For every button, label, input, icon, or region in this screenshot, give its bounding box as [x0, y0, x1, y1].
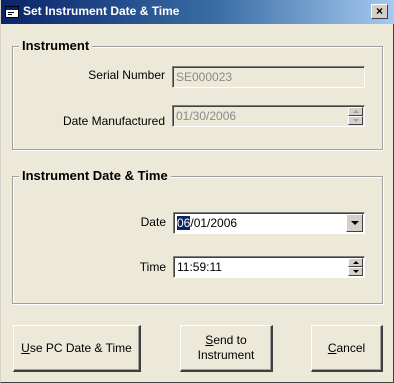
title-bar[interactable]: Set Instrument Date & Time ×	[1, 0, 394, 24]
spin-down-arrow-icon[interactable]	[348, 267, 363, 276]
serial-number-label: Serial Number	[88, 68, 165, 82]
spin-up-arrow-icon	[348, 107, 363, 116]
time-value: 11:59:11	[177, 260, 222, 274]
time-label: Time	[139, 260, 166, 274]
spin-up-arrow-icon[interactable]	[348, 258, 363, 267]
send-to-instrument-button[interactable]: Send to Instrument	[180, 325, 273, 372]
window-title: Set Instrument Date & Time	[23, 4, 180, 18]
cancel-button[interactable]: Cancel	[311, 325, 383, 372]
serial-number-field: SE000023	[172, 66, 365, 88]
date-manufactured-field: 01/30/2006	[172, 105, 365, 127]
use-pc-date-time-button[interactable]: Use PC Date & Time	[13, 325, 141, 372]
close-icon: ×	[375, 4, 383, 18]
date-month-selected: 06	[177, 216, 191, 230]
serial-number-value: SE000023	[176, 70, 233, 84]
dialog-window: Set Instrument Date & Time × Instrument …	[0, 0, 394, 383]
date-picker[interactable]: 06/01/2006	[173, 212, 365, 234]
instrument-group-title: Instrument	[19, 38, 93, 53]
date-rest: /01/2006	[190, 216, 238, 230]
date-label: Date	[140, 215, 166, 229]
datetime-group-title: Instrument Date & Time	[19, 168, 171, 183]
use-pc-label: se PC Date & Time	[29, 340, 132, 355]
instrument-group: Instrument Serial Number SE000023 Date M…	[12, 38, 383, 150]
close-button[interactable]: ×	[371, 4, 388, 19]
instrument-datetime-group: Instrument Date & Time Date 06/01/2006 T…	[12, 168, 383, 304]
date-manufactured-value: 01/30/2006	[176, 109, 237, 123]
use-pc-mnemonic: U	[21, 340, 30, 355]
date-manufactured-label: Date Manufactured	[62, 114, 165, 128]
date-dropdown-button[interactable]	[346, 214, 363, 232]
dropdown-arrow-icon	[351, 221, 359, 225]
date-manufactured-spinner	[348, 107, 363, 125]
window-app-icon	[5, 5, 19, 18]
send-label-line1: end to	[213, 333, 247, 347]
send-label-line2: Instrument	[197, 348, 255, 362]
time-field[interactable]: 11:59:11	[173, 256, 365, 278]
time-spinner[interactable]	[348, 258, 363, 276]
spin-down-arrow-icon	[348, 116, 363, 125]
cancel-label: ancel	[336, 340, 366, 355]
